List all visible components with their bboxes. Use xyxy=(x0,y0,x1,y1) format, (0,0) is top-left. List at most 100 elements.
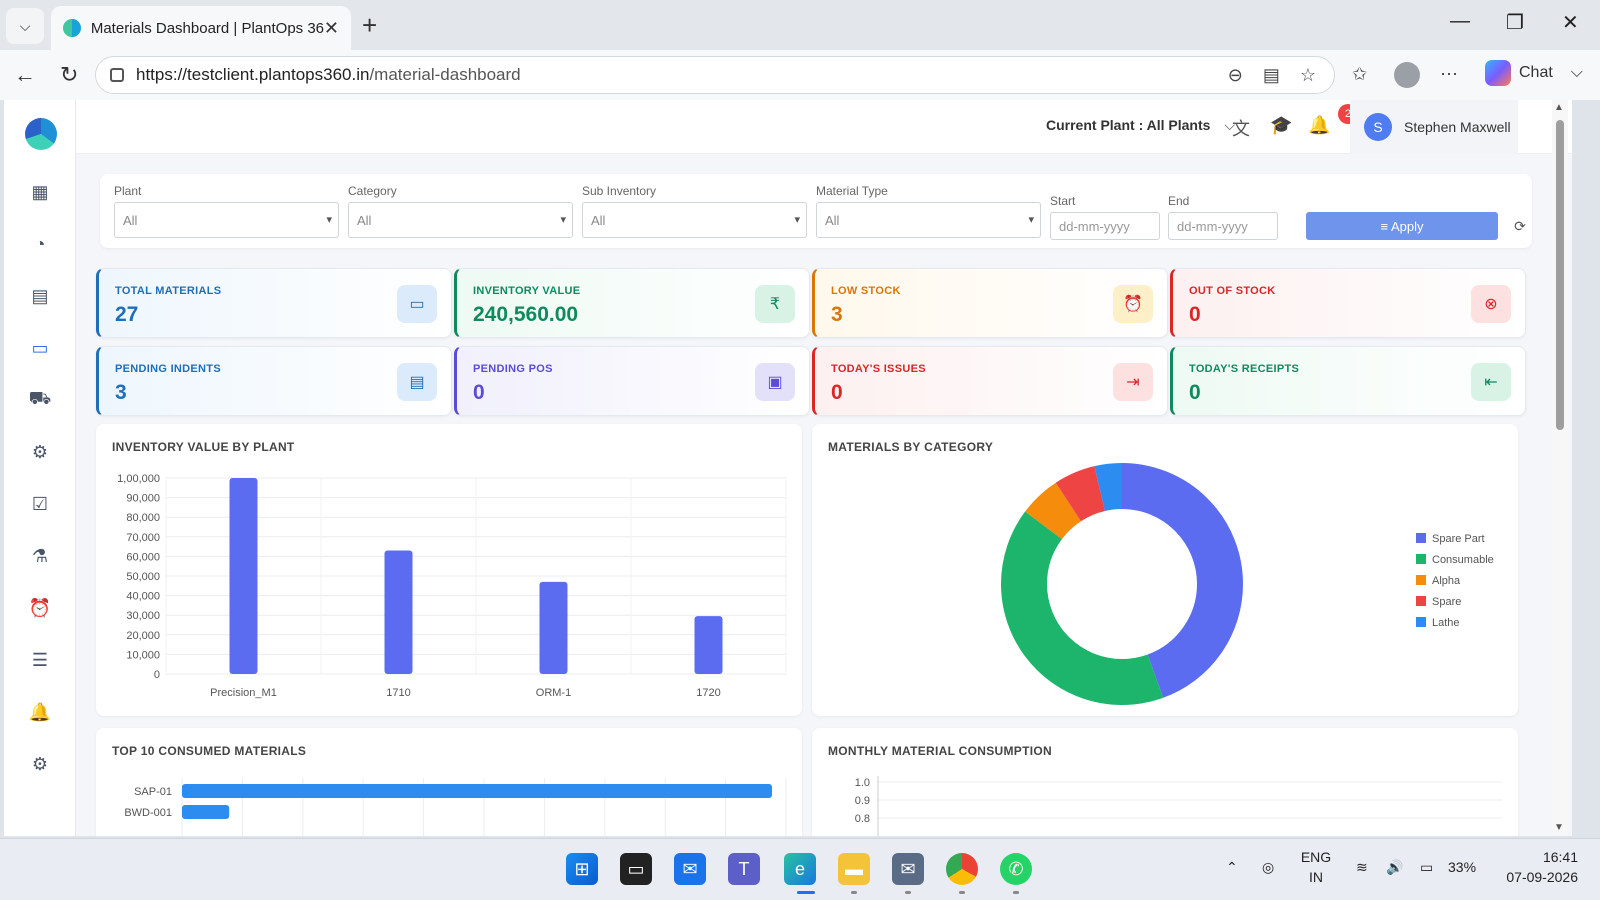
more-menu-icon[interactable]: ⋯ xyxy=(1440,64,1458,85)
plantops-logo[interactable] xyxy=(25,118,57,150)
file-settings-icon[interactable]: ⚙ xyxy=(28,440,52,464)
materialtype-filter-select[interactable]: All xyxy=(816,202,1041,238)
tab-actions-button[interactable]: ⌵ xyxy=(6,8,44,44)
tab-title: Materials Dashboard | PlantOps 360 xyxy=(90,19,324,37)
kpi-todays-receipts[interactable]: TODAY'S RECEIPTS 0 ⇤ xyxy=(1170,346,1526,416)
battery-percent: 33% xyxy=(1448,859,1477,875)
volume-icon[interactable]: 🔊 xyxy=(1386,859,1403,876)
apply-button[interactable]: ≡ Apply xyxy=(1306,212,1498,240)
favorite-star-icon[interactable]: ☆ xyxy=(1300,65,1316,86)
notification-bell-icon[interactable]: 🔔 xyxy=(1308,115,1330,136)
copilot-chat-button[interactable]: Chat ⌵ xyxy=(1485,60,1583,86)
y-tick-label: 50,000 xyxy=(126,571,160,583)
start-date-input[interactable]: dd-mm-yyyy xyxy=(1050,212,1160,240)
wifi-icon[interactable]: ≋ xyxy=(1356,859,1368,876)
clock-date[interactable]: 07-09-2026 xyxy=(1498,869,1578,885)
inventory-box-icon[interactable]: ▭ xyxy=(28,336,52,360)
back-icon[interactable]: ← xyxy=(14,62,36,88)
battery-icon[interactable]: ▭ xyxy=(1420,859,1433,876)
graduation-cap-icon[interactable]: 🎓 xyxy=(1270,115,1292,136)
kpi-value: 240,560.00 xyxy=(473,303,579,326)
lock-icon xyxy=(110,68,124,82)
legend-swatch xyxy=(1416,596,1426,606)
kpi-inventory-value[interactable]: INVENTORY VALUE 240,560.00 ₹ xyxy=(454,268,810,338)
document-icon[interactable]: ▤ xyxy=(28,284,52,308)
kpi-pending-indents[interactable]: PENDING INDENTS 3 ▤ xyxy=(96,346,452,416)
y-tick-label: 1,00,000 xyxy=(117,473,160,485)
gauge-icon[interactable]: ◔ xyxy=(28,232,52,256)
scroll-down-icon[interactable]: ▼ xyxy=(1554,822,1564,833)
checklist-icon[interactable]: ☑ xyxy=(28,492,52,516)
windows-start-icon[interactable]: ⊞ xyxy=(566,853,598,885)
windows-taskbar: ⊞ ▭ ✉ T e ▬ ✉ ✆ ⌃ ◎ ENG IN ≋ 🔊 ▭ 33% 16:… xyxy=(0,838,1600,900)
kpi-todays-issues[interactable]: TODAY'S ISSUES 0 ⇥ xyxy=(812,346,1168,416)
subinventory-filter-select[interactable]: All xyxy=(582,202,807,238)
file-explorer-icon[interactable]: ▬ xyxy=(838,853,870,885)
rupee-icon: ₹ xyxy=(755,285,795,323)
zoom-icon[interactable]: ⊖ xyxy=(1228,65,1243,86)
tray-overflow-icon[interactable]: ⌃ xyxy=(1226,859,1238,876)
category-filter-select[interactable]: All xyxy=(348,202,573,238)
end-date-input[interactable]: dd-mm-yyyy xyxy=(1168,212,1278,240)
app-indicator xyxy=(1013,891,1019,894)
user-name: Stephen Maxwell xyxy=(1404,119,1511,135)
copilot-icon xyxy=(1485,60,1511,86)
address-bar[interactable]: https://testclient.plantops360.in/materi… xyxy=(95,56,1335,94)
inventory-bar-chart: 0 10,000 20,000 30,000 40,000 50,000 60,000 70,… xyxy=(117,473,787,699)
kpi-value: 3 xyxy=(115,381,127,404)
dashboard-icon[interactable]: ▦ xyxy=(28,180,52,204)
language-top[interactable]: ENG xyxy=(1298,849,1334,865)
translate-icon[interactable]: 文 xyxy=(1232,115,1250,141)
network-globe-icon[interactable]: ◎ xyxy=(1262,859,1274,876)
test-tube-icon[interactable]: ⚗ xyxy=(28,544,52,568)
y-tick-label: 60,000 xyxy=(126,551,160,563)
report-icon[interactable]: ☰ xyxy=(28,648,52,672)
y-tick-label: 90,000 xyxy=(126,493,160,505)
scroll-up-icon[interactable]: ▲ xyxy=(1554,102,1564,113)
reset-icon[interactable]: ⟳ xyxy=(1508,214,1532,238)
language-bottom[interactable]: IN xyxy=(1298,869,1334,885)
bell-icon[interactable]: 🔔 xyxy=(28,700,52,724)
bar xyxy=(539,581,568,674)
edge-icon[interactable]: e xyxy=(784,853,816,885)
alarm-icon[interactable]: ⏰ xyxy=(28,596,52,620)
new-tab-button[interactable]: + xyxy=(362,10,377,41)
legend-label: Alpha xyxy=(1432,575,1461,587)
outlook-icon[interactable]: ✉ xyxy=(674,853,706,885)
user-avatar: S xyxy=(1364,113,1392,141)
teams-icon[interactable]: T xyxy=(728,853,760,885)
legend-swatch xyxy=(1416,575,1426,585)
y-tick-label: 70,000 xyxy=(126,532,160,544)
close-window-icon[interactable]: ✕ xyxy=(1562,10,1579,35)
favorites-icon[interactable]: ✩ xyxy=(1352,64,1367,85)
kpi-pending-pos[interactable]: PENDING POS 0 ▣ xyxy=(454,346,810,416)
kpi-low-stock[interactable]: LOW STOCK 3 ⏰ xyxy=(812,268,1168,338)
whatsapp-icon[interactable]: ✆ xyxy=(1000,853,1032,885)
plant-filter-select[interactable]: All xyxy=(114,202,339,238)
chrome-icon[interactable] xyxy=(946,853,978,885)
plant-selector[interactable]: Current Plant : All Plants ⌵ xyxy=(1046,117,1235,134)
browser-profile-avatar[interactable] xyxy=(1394,62,1420,88)
browser-tab-active[interactable]: Materials Dashboard | PlantOps 360 ✕ xyxy=(51,6,351,50)
truck-icon[interactable]: ⛟ xyxy=(28,388,52,412)
task-view-icon[interactable]: ▭ xyxy=(620,853,652,885)
minimize-icon[interactable]: — xyxy=(1450,10,1470,33)
legend-label: Lathe xyxy=(1432,617,1460,629)
top-consumed-panel: TOP 10 CONSUMED MATERIALS SAP-01 BWD-001 xyxy=(96,728,802,836)
mail-icon[interactable]: ✉ xyxy=(892,853,924,885)
page-scrollbar-thumb[interactable] xyxy=(1556,120,1564,430)
y-tick-label: 80,000 xyxy=(126,512,160,524)
reader-icon[interactable]: ▤ xyxy=(1263,65,1280,86)
kpi-label: TODAY'S ISSUES xyxy=(831,363,926,375)
kpi-label: LOW STOCK xyxy=(831,285,901,297)
refresh-icon[interactable]: ↻ xyxy=(60,62,78,88)
kpi-value: 0 xyxy=(473,381,485,404)
kpi-label: OUT OF STOCK xyxy=(1189,285,1276,297)
close-tab-icon[interactable]: ✕ xyxy=(324,18,339,39)
settings-gear-icon[interactable]: ⚙ xyxy=(28,752,52,776)
user-menu[interactable]: S Stephen Maxwell xyxy=(1350,100,1518,154)
restore-icon[interactable]: ❐ xyxy=(1506,10,1524,35)
kpi-total-materials[interactable]: TOTAL MATERIALS 27 ▭ xyxy=(96,268,452,338)
clock-time[interactable]: 16:41 xyxy=(1498,849,1578,865)
kpi-out-of-stock[interactable]: OUT OF STOCK 0 ⊗ xyxy=(1170,268,1526,338)
